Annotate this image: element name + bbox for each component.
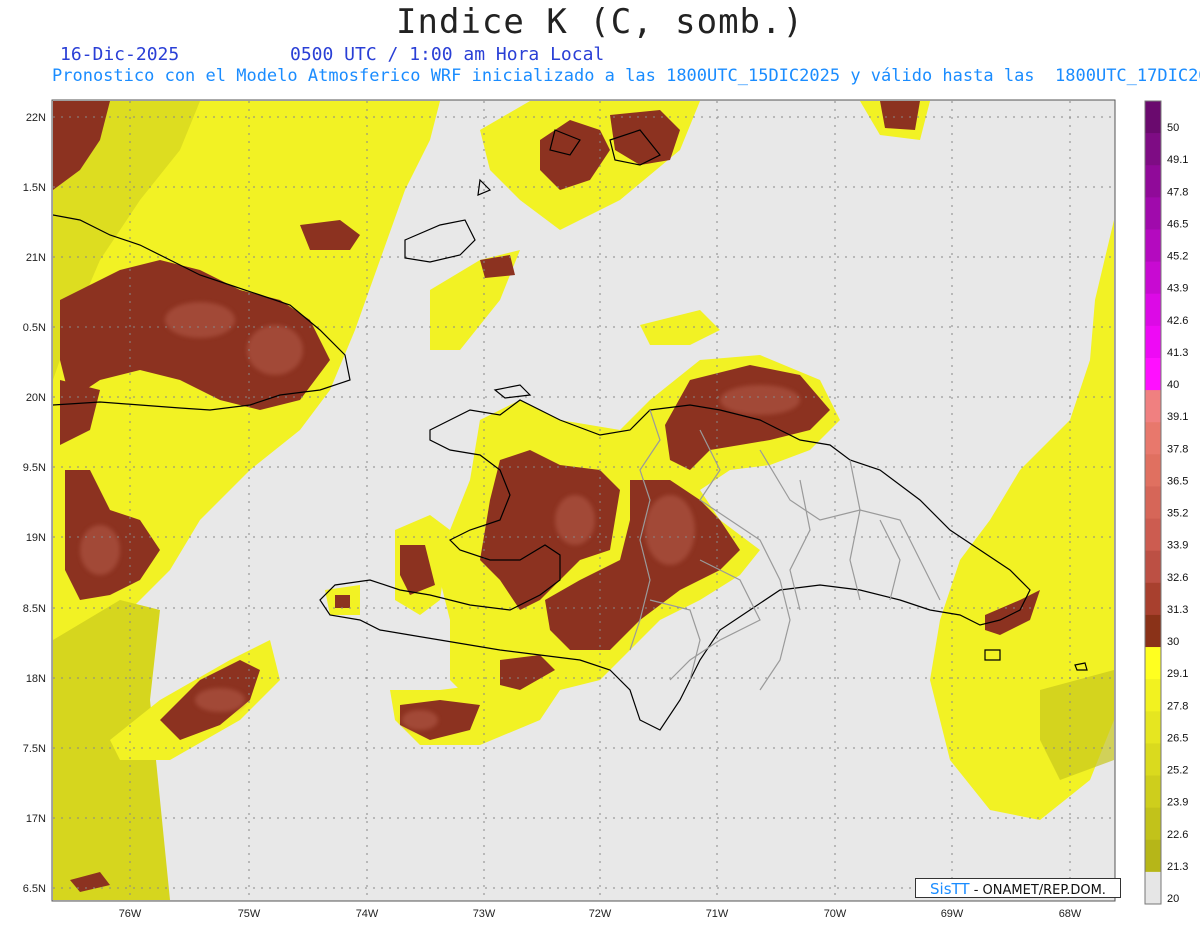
colorbar-swatch [1145, 518, 1161, 552]
colorbar-label: 32.6 [1167, 572, 1188, 584]
lat-label: 8.5N [23, 603, 46, 615]
colorbar-label: 25.2 [1167, 765, 1188, 777]
lon-label: 72W [589, 908, 612, 920]
colorbar-label: 45.2 [1167, 251, 1188, 263]
colorbar-swatch [1145, 390, 1161, 423]
lon-label: 76W [119, 908, 142, 920]
colorbar-label: 27.8 [1167, 700, 1188, 712]
colorbar-swatch [1145, 486, 1161, 520]
lat-label: 0.5N [23, 322, 46, 334]
colorbar-label: 33.9 [1167, 540, 1188, 552]
k-index-map: 22N 1.5N 21N 0.5N 20N 9.5N 19N 8.5N 18N … [23, 99, 1188, 920]
lon-label: 71W [706, 908, 729, 920]
system-logo-text: SisTT [930, 880, 970, 898]
colorbar: 50 49.1 47.8 46.5 45.2 43.9 42.6 41.3 40 39.1 37.8… [1144, 100, 1188, 905]
lat-label: 18N [26, 673, 46, 685]
colorbar-label: 29.1 [1167, 668, 1188, 680]
colorbar-swatch [1145, 293, 1161, 327]
lon-label: 68W [1059, 908, 1082, 920]
colorbar-label: 46.5 [1167, 218, 1188, 230]
colorbar-label: 35.2 [1167, 508, 1188, 520]
colorbar-swatch [1145, 807, 1161, 841]
lon-label: 70W [824, 908, 847, 920]
colorbar-swatch [1145, 229, 1161, 263]
colorbar-label: 20 [1167, 893, 1179, 905]
longitude-labels: 76W 75W 74W 73W 72W 71W 70W 69W 68W [119, 908, 1082, 920]
colorbar-label: 21.3 [1167, 861, 1188, 873]
colorbar-label: 26.5 [1167, 732, 1188, 744]
credit-box: SisTT - ONAMET/REP.DOM. [915, 878, 1121, 898]
colorbar-swatch [1145, 711, 1161, 744]
lat-label: 17N [26, 813, 46, 825]
lat-label: 21N [26, 252, 46, 264]
colorbar-swatch [1145, 422, 1161, 455]
colorbar-label: 40 [1167, 379, 1179, 391]
latitude-labels: 22N 1.5N 21N 0.5N 20N 9.5N 19N 8.5N 18N … [23, 112, 46, 895]
colorbar-label: 36.5 [1167, 475, 1188, 487]
colorbar-swatch [1145, 614, 1161, 648]
colorbar-swatch [1145, 165, 1161, 198]
colorbar-label: 30 [1167, 636, 1179, 648]
colorbar-label: 42.6 [1167, 315, 1188, 327]
colorbar-swatch [1145, 679, 1161, 712]
colorbar-swatch [1145, 133, 1161, 166]
colorbar-swatch [1145, 839, 1161, 873]
colorbar-label: 41.3 [1167, 347, 1188, 359]
colorbar-label: 49.1 [1167, 154, 1188, 166]
colorbar-label: 31.3 [1167, 604, 1188, 616]
colorbar-swatch [1145, 550, 1161, 584]
lat-label: 1.5N [23, 182, 46, 194]
colorbar-swatch [1145, 582, 1161, 616]
lat-label: 19N [26, 532, 46, 544]
lon-label: 75W [238, 908, 261, 920]
lon-label: 74W [356, 908, 379, 920]
colorbar-swatch [1145, 454, 1161, 487]
lon-label: 73W [473, 908, 496, 920]
colorbar-label: 50 [1167, 122, 1179, 134]
colorbar-swatch [1145, 197, 1161, 230]
colorbar-swatch [1145, 647, 1161, 680]
lat-label: 7.5N [23, 743, 46, 755]
colorbar-label: 22.6 [1167, 829, 1188, 841]
colorbar-swatch [1145, 325, 1161, 359]
colorbar-swatch [1145, 775, 1161, 809]
lat-label: 20N [26, 392, 46, 404]
colorbar-swatch [1145, 357, 1161, 391]
colorbar-swatch [1145, 871, 1161, 905]
lon-label: 69W [941, 908, 964, 920]
colorbar-swatch [1145, 743, 1161, 777]
colorbar-label: 43.9 [1167, 283, 1188, 295]
colorbar-label: 39.1 [1167, 411, 1188, 423]
colorbar-label: 47.8 [1167, 186, 1188, 198]
organization-label: - ONAMET/REP.DOM. [969, 883, 1106, 898]
lat-label: 9.5N [23, 462, 46, 474]
colorbar-swatch [1145, 261, 1161, 295]
colorbar-swatch [1145, 101, 1161, 134]
colorbar-label: 23.9 [1167, 797, 1188, 809]
lat-label: 22N [26, 112, 46, 124]
colorbar-label: 37.8 [1167, 443, 1188, 455]
lat-label: 6.5N [23, 883, 46, 895]
